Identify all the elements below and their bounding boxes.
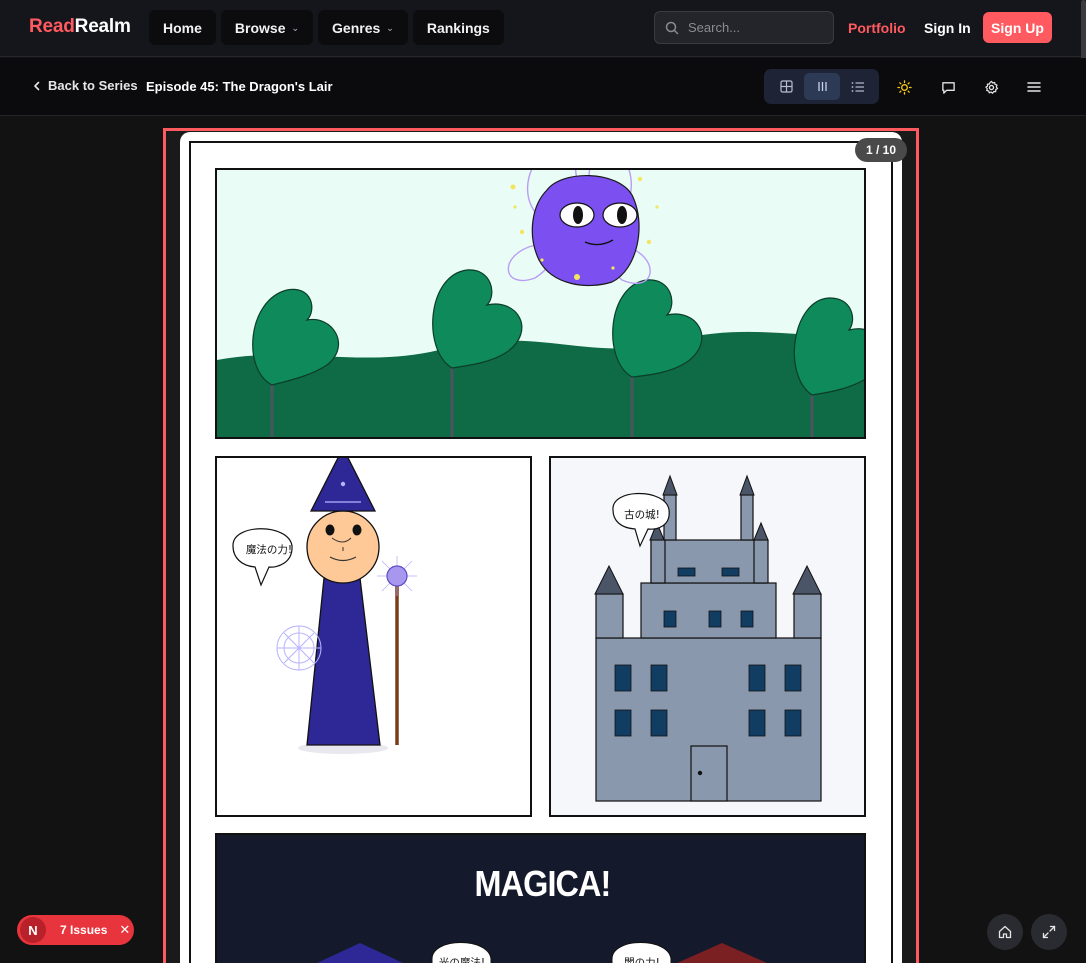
list-view-button[interactable] [840, 73, 876, 100]
chevron-down-icon: ⌄ [291, 23, 300, 33]
close-icon[interactable]: ✕ [119, 922, 130, 938]
issues-logo: N [20, 917, 46, 943]
nav-home-label: Home [163, 19, 202, 36]
grid-view-icon [779, 80, 793, 93]
expand-icon [1042, 925, 1056, 939]
nav-rankings-label: Rankings [426, 19, 490, 36]
view-mode-toggle [764, 69, 879, 104]
comic-panel-castle: 古の城! [549, 456, 866, 817]
speech-bubble-text: 古の城! [624, 509, 660, 521]
magica-scene-illustration [317, 942, 767, 963]
comic-panel-forest [215, 168, 866, 439]
page-counter: 1 / 10 [855, 138, 907, 162]
grid-view-button[interactable] [768, 73, 804, 100]
home-icon [998, 925, 1012, 939]
brand-logo[interactable]: ReadRealm [29, 16, 131, 38]
comic-panel-wizard: 魔法の力! [215, 456, 532, 817]
nav-browse-label: Browse [234, 19, 286, 36]
main-nav: Home Browse ⌄ Genres ⌄ Rankings [149, 10, 504, 45]
nav-home[interactable]: Home [149, 10, 216, 45]
vertical-scroll-icon [817, 82, 827, 91]
search-box[interactable] [654, 11, 834, 44]
menu-button[interactable] [1023, 76, 1045, 98]
episode-toolbar: Back to Series Episode 45: The Dragon's … [0, 58, 1086, 116]
speech-bubble-text: 光の魔法! [438, 957, 486, 963]
sign-up-button[interactable]: Sign Up [983, 12, 1052, 43]
nav-genres[interactable]: Genres ⌄ [318, 10, 408, 45]
search-input[interactable] [688, 20, 818, 35]
nav-genres-label: Genres [332, 19, 381, 36]
brand-logo-part1: Read [29, 16, 75, 37]
comic-page: 魔法の力! 古の城! MAGICA! 光の魔法! 闇の力! [180, 132, 902, 963]
back-label: Back to Series [48, 78, 138, 93]
episode-title: Episode 45: The Dragon's Lair [146, 79, 333, 94]
forest-scene-illustration [217, 170, 864, 437]
comic-panel-magica: MAGICA! 光の魔法! 闇の力! [215, 833, 866, 963]
back-to-series-button[interactable]: Back to Series [33, 78, 138, 93]
menu-icon [1027, 82, 1041, 92]
top-navbar: ReadRealm Home Browse ⌄ Genres ⌄ Rankings … [0, 0, 1086, 57]
comic-reader-frame: 魔法の力! 古の城! MAGICA! 光の魔法! 闇の力! [163, 128, 919, 963]
wizard-illustration [232, 458, 417, 754]
vertical-scroll-button[interactable] [804, 73, 840, 100]
castle-illustration [594, 474, 822, 802]
settings-icon [984, 80, 998, 94]
issues-label: 7 Issues [60, 923, 108, 937]
search-icon [665, 21, 679, 34]
sun-icon [896, 79, 912, 95]
sign-in-link[interactable]: Sign In [924, 20, 971, 36]
comment-icon [941, 81, 955, 94]
portfolio-link[interactable]: Portfolio [848, 20, 906, 36]
fullscreen-button[interactable] [1031, 914, 1067, 950]
settings-button[interactable] [980, 76, 1002, 98]
list-view-icon [851, 81, 864, 92]
nav-rankings[interactable]: Rankings [412, 10, 504, 45]
nav-browse[interactable]: Browse ⌄ [220, 10, 314, 45]
issues-badge[interactable]: N 7 Issues ✕ [17, 915, 134, 945]
home-button[interactable] [987, 914, 1023, 950]
chevron-left-icon [34, 81, 40, 90]
speech-bubble-text: 魔法の力! [245, 544, 293, 556]
comments-button[interactable] [937, 76, 959, 98]
speech-bubble-text: 闇の力! [624, 957, 660, 963]
brand-logo-part2: Realm [74, 16, 131, 37]
chevron-down-icon: ⌄ [386, 23, 394, 33]
theme-toggle-button[interactable] [893, 76, 915, 98]
